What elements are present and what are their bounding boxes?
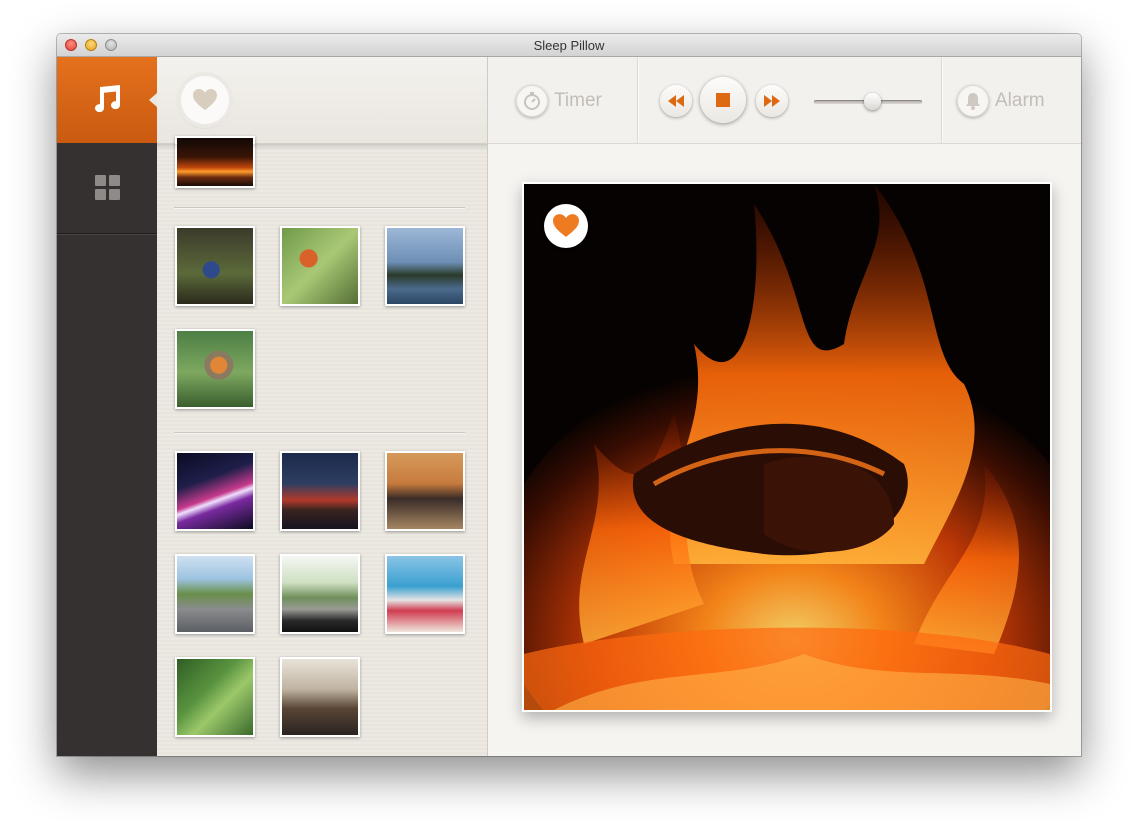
library-header [157,57,487,144]
heart-icon [193,89,217,110]
window-title: Sleep Pillow [533,38,605,53]
volume-slider-handle[interactable] [864,93,881,110]
toolbar-separator [941,57,942,143]
thumbnail-traffic-jam[interactable] [280,451,360,531]
player-toolbar: Timer Alarm [488,57,1081,144]
now-playing-artwork [522,182,1052,712]
volume-slider[interactable] [814,93,922,110]
thumbnail-list [157,136,487,756]
stop-icon [716,93,730,107]
thumbnail-airplane-cabin[interactable] [280,657,360,737]
scroll-shadow [157,144,487,150]
thumbnail-city-lights[interactable] [175,451,255,531]
favorites-button[interactable] [181,76,229,124]
sidebar [57,57,157,756]
thumbnail-car-road[interactable] [175,554,255,634]
rewind-button[interactable] [660,85,692,117]
timer-label[interactable]: Timer [554,90,602,112]
toolbar-separator [637,57,638,143]
fast-forward-button[interactable] [756,85,788,117]
heart-filled-icon [553,214,579,237]
title-bar: Sleep Pillow [57,34,1081,57]
player-panel: Timer Alarm [488,57,1081,756]
stopwatch-icon [524,92,540,110]
thumbnail-robin-branch[interactable] [175,329,255,409]
active-indicator [149,93,157,107]
thumbnail-beach-couple[interactable] [385,554,465,634]
thumbnail-mountain-train[interactable] [175,657,255,737]
rewind-icon [668,95,684,107]
fast-forward-icon [764,95,780,107]
thumbnail-robin-frogs[interactable] [280,226,360,306]
thumbnail-bluebird[interactable] [175,226,255,306]
section-divider [174,207,465,208]
app-window: Sleep Pillow Timer Alarm [57,34,1081,756]
favorite-toggle-button[interactable] [544,204,588,248]
section-divider [174,432,465,433]
fire-illustration [524,184,1050,710]
sound-library-panel [157,57,488,756]
timer-button[interactable] [516,85,548,117]
fireplace-image [524,184,1050,710]
sidebar-item-music[interactable] [57,57,157,143]
alarm-label[interactable]: Alarm [995,90,1045,112]
sidebar-item-grid[interactable] [57,143,157,234]
music-note-icon [95,85,121,113]
bell-icon [966,93,980,110]
stop-button[interactable] [700,77,746,123]
thumbnail-windshield-rain[interactable] [280,554,360,634]
thumbnail-street-motorbike[interactable] [385,451,465,531]
alarm-button[interactable] [957,85,989,117]
thumbnail-lapwings[interactable] [385,226,465,306]
